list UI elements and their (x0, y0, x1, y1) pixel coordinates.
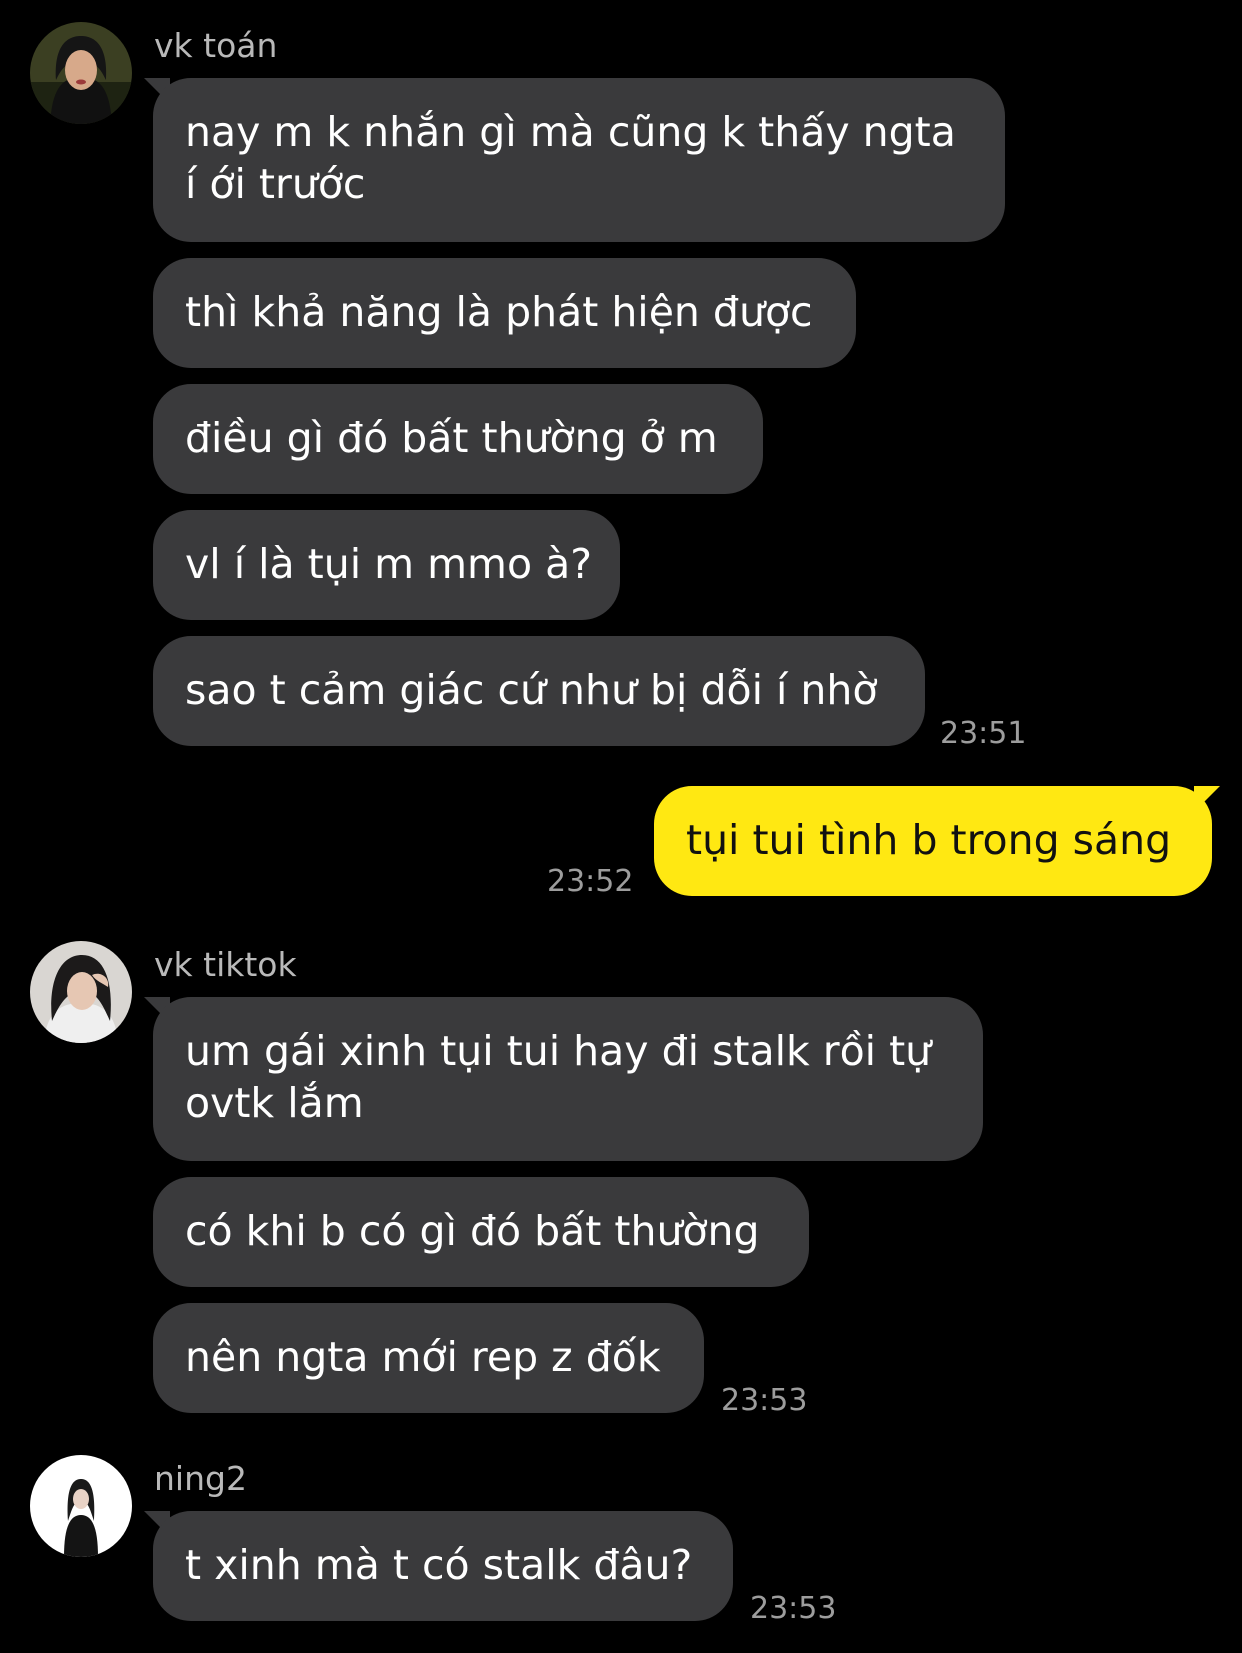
message-bubble[interactable]: sao t cảm giác cứ như bị dỗi í nhờ (153, 636, 925, 746)
message-timestamp: 23:52 (547, 864, 634, 899)
message-bubble[interactable]: có khi b có gì đó bất thường (153, 1177, 809, 1287)
sender-name-ning2: ning2 (154, 1459, 247, 1498)
avatar-vk-tiktok[interactable] (30, 941, 132, 1043)
message-bubble[interactable]: um gái xinh tụi tui hay đi stalk rồi tự … (153, 997, 983, 1161)
message-timestamp: 23:51 (940, 716, 1027, 751)
profile-photo-icon (30, 1455, 132, 1557)
profile-photo-icon (30, 22, 132, 124)
sender-name-vk-tiktok: vk tiktok (154, 945, 297, 984)
message-bubble[interactable]: nên ngta mới rep z đốk (153, 1303, 704, 1413)
my-message-bubble[interactable]: tụi tui tình b trong sáng (654, 786, 1212, 896)
message-bubble[interactable]: điều gì đó bất thường ở m (153, 384, 763, 494)
message-bubble[interactable]: nay m k nhắn gì mà cũng k thấy ngta í ới… (153, 78, 1005, 242)
message-bubble[interactable]: t xinh mà t có stalk đâu? (153, 1511, 733, 1621)
sender-name-vk-toan: vk toán (154, 26, 278, 65)
avatar-ning2[interactable] (30, 1455, 132, 1557)
profile-photo-icon (30, 941, 132, 1043)
message-timestamp: 23:53 (721, 1383, 808, 1418)
message-bubble[interactable]: thì khả năng là phát hiện được (153, 258, 856, 368)
avatar-vk-toan[interactable] (30, 22, 132, 124)
message-bubble[interactable]: vl í là tụi m mmo à? (153, 510, 620, 620)
message-timestamp: 23:53 (750, 1591, 837, 1626)
